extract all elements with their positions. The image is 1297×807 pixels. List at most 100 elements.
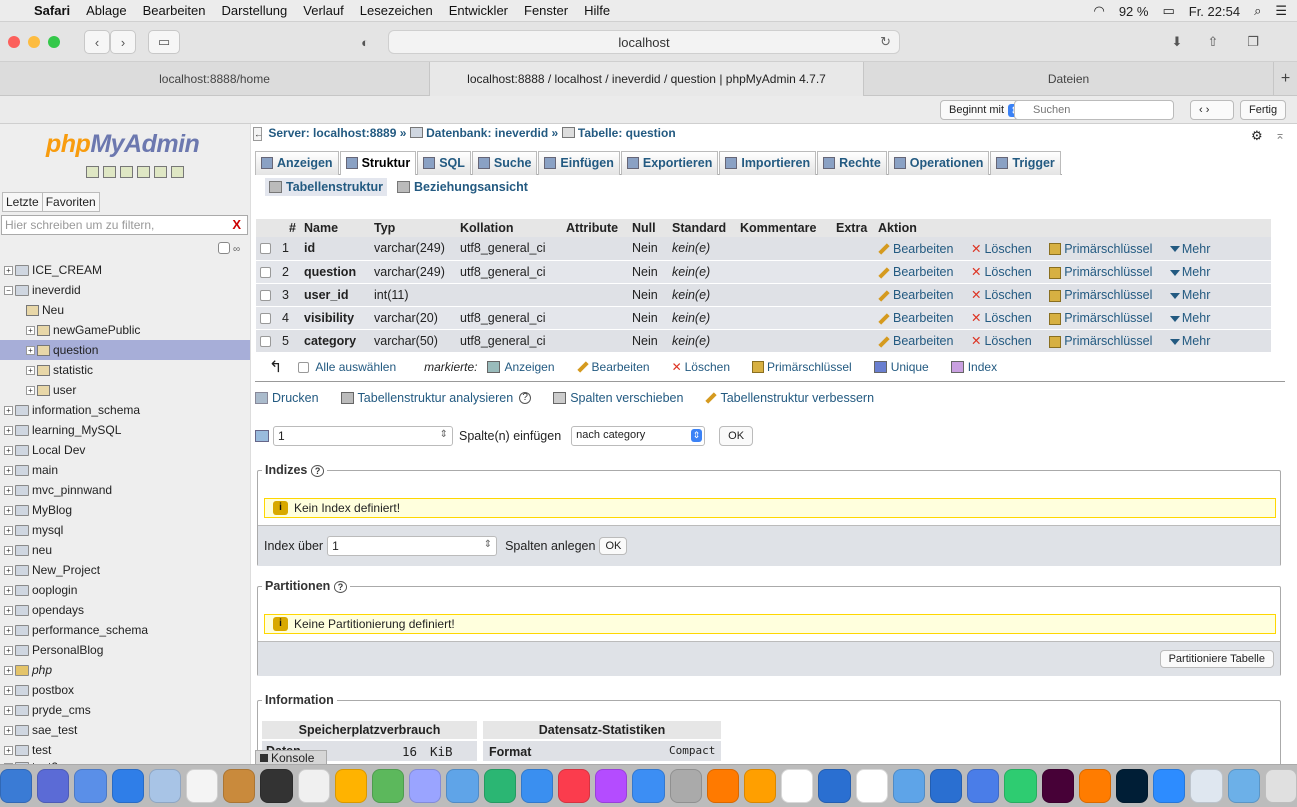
db-pryde-cms[interactable]: + pryde_cms	[0, 700, 250, 720]
dock-app-icon[interactable]	[706, 769, 740, 803]
select-all-label[interactable]: Alle auswählen	[315, 360, 396, 374]
row-checkbox[interactable]	[260, 243, 271, 255]
expand-icon[interactable]: +	[4, 506, 13, 516]
menu-item[interactable]: Verlauf	[303, 3, 343, 18]
help-icon[interactable]: ?	[310, 465, 325, 477]
expand-icon[interactable]: +	[4, 446, 13, 456]
expand-icon[interactable]: +	[4, 566, 13, 576]
delete-link[interactable]: ✕ Löschen	[971, 242, 1032, 256]
dock-app-icon[interactable]	[483, 769, 516, 803]
move-columns-link[interactable]: Spalten verschieben	[553, 391, 683, 405]
tab-sql[interactable]: SQL	[417, 151, 471, 175]
settings-gear-icon[interactable]: ⚙	[1251, 128, 1263, 144]
dock-app-icon[interactable]	[892, 769, 926, 803]
bulk-browse-button[interactable]: Anzeigen	[487, 360, 555, 374]
subtab-beziehungsansicht[interactable]: Beziehungsansicht	[393, 178, 532, 196]
dock-app-icon[interactable]	[111, 769, 144, 803]
dock-app-icon[interactable]	[297, 769, 330, 803]
stepper-icon[interactable]: ⇕	[484, 539, 492, 550]
improve-structure-link[interactable]: Tabellenstruktur verbessern	[705, 391, 874, 405]
dock-app-icon[interactable]	[818, 769, 851, 803]
help-icon[interactable]: ?	[519, 392, 532, 404]
bulk-unique-button[interactable]: Unique	[873, 360, 929, 374]
help-icon[interactable]: ?	[333, 581, 348, 593]
spotlight-icon[interactable]: ⌕	[1254, 3, 1261, 19]
dock-app-icon[interactable]	[409, 769, 442, 803]
db-local-dev[interactable]: + Local Dev	[0, 440, 250, 460]
db-postbox[interactable]: + postbox	[0, 680, 250, 700]
expand-icon[interactable]: +	[4, 406, 13, 416]
dock-app-icon[interactable]	[967, 769, 1000, 803]
control-center-icon[interactable]: ☰	[1275, 3, 1287, 19]
reload-icon[interactable]: ↻	[880, 34, 891, 50]
tab-rechte[interactable]: Rechte	[817, 151, 887, 175]
dock-app-icon[interactable]	[1227, 769, 1260, 803]
delete-link[interactable]: ✕ Löschen	[971, 265, 1032, 279]
logout-icon[interactable]	[103, 166, 116, 178]
db-performance-schema[interactable]: + performance_schema	[0, 620, 250, 640]
breadcrumb-db[interactable]: Datenbank: ineverdid	[426, 126, 548, 140]
db-myblog[interactable]: + MyBlog	[0, 500, 250, 520]
index-ok-button[interactable]: OK	[599, 537, 628, 555]
menu-item[interactable]: Fenster	[524, 3, 568, 18]
dock-app-icon[interactable]	[223, 769, 256, 803]
dock-app-icon[interactable]	[1190, 769, 1223, 803]
new-tab-button[interactable]: +	[1274, 62, 1297, 96]
pma-logo[interactable]: phpMyAdmin	[46, 130, 200, 159]
find-input[interactable]	[1014, 100, 1174, 120]
more-link[interactable]: Mehr	[1169, 288, 1210, 302]
db-main[interactable]: + main	[0, 460, 250, 480]
delete-link[interactable]: ✕ Löschen	[971, 311, 1032, 325]
dock-app-icon[interactable]	[669, 769, 702, 803]
primary-key-link[interactable]: Primärschlüssel	[1049, 265, 1152, 279]
table-new[interactable]: Neu	[0, 300, 250, 320]
clock[interactable]: Fr. 22:54	[1189, 4, 1240, 19]
sidebar-toggle-icon[interactable]: ▭	[148, 30, 180, 54]
dock-app-icon[interactable]	[632, 769, 665, 803]
dock-app-icon[interactable]	[260, 769, 293, 803]
delete-link[interactable]: ✕ Löschen	[971, 334, 1032, 348]
primary-key-link[interactable]: Primärschlüssel	[1049, 288, 1152, 302]
find-done-button[interactable]: Fertig	[1240, 100, 1287, 120]
column-count-input[interactable]: 1 ⇕	[273, 426, 453, 446]
wifi-icon[interactable]: ◠	[1093, 3, 1104, 19]
tab-struktur[interactable]: Struktur	[339, 151, 417, 175]
tab-anzeigen[interactable]: Anzeigen	[255, 151, 339, 175]
bulk-edit-button[interactable]: Bearbeiten	[576, 360, 650, 374]
dock-app-icon[interactable]	[1264, 769, 1297, 803]
minimize-window-button[interactable]	[28, 36, 40, 48]
db-ineverdid[interactable]: − ineverdid	[0, 280, 250, 300]
expand-icon[interactable]: +	[4, 666, 13, 676]
menu-item[interactable]: Ablage	[86, 3, 126, 18]
dock-app-icon[interactable]	[1004, 769, 1037, 803]
dock-app-icon[interactable]	[0, 769, 33, 803]
tabs-overview-icon[interactable]: ❐	[1240, 30, 1266, 54]
db-new-project[interactable]: + New_Project	[0, 560, 250, 580]
row-checkbox[interactable]	[260, 266, 271, 278]
add-columns-ok-button[interactable]: OK	[719, 426, 754, 446]
dock-app-icon[interactable]	[781, 769, 814, 803]
back-button[interactable]: ‹	[84, 30, 110, 54]
dock-app-icon[interactable]	[558, 769, 591, 803]
find-prev-next[interactable]: ‹ ›	[1190, 100, 1234, 120]
breadcrumb-table[interactable]: Tabelle: question	[578, 126, 676, 140]
primary-key-link[interactable]: Primärschlüssel	[1049, 311, 1152, 325]
row-checkbox[interactable]	[260, 335, 271, 347]
dock-app-icon[interactable]	[148, 769, 181, 803]
primary-key-link[interactable]: Primärschlüssel	[1049, 242, 1152, 256]
collapse-icon[interactable]: −	[4, 286, 13, 296]
tab-einfuegen[interactable]: Einfügen	[538, 151, 620, 175]
table-question[interactable]: + question	[0, 340, 250, 360]
db-information-schema[interactable]: + information_schema	[0, 400, 250, 420]
edit-link[interactable]: Bearbeiten	[878, 265, 953, 279]
dock-app-icon[interactable]	[595, 769, 628, 803]
dock-app-icon[interactable]	[520, 769, 553, 803]
db-neu[interactable]: + neu	[0, 540, 250, 560]
menu-item[interactable]: Bearbeiten	[143, 3, 206, 18]
tab-suche[interactable]: Suche	[471, 151, 538, 175]
menu-item[interactable]: Entwickler	[449, 3, 508, 18]
dock-app-icon[interactable]	[930, 769, 963, 803]
expand-icon[interactable]: +	[26, 346, 35, 356]
edit-link[interactable]: Bearbeiten	[878, 311, 953, 325]
edit-link[interactable]: Bearbeiten	[878, 288, 953, 302]
